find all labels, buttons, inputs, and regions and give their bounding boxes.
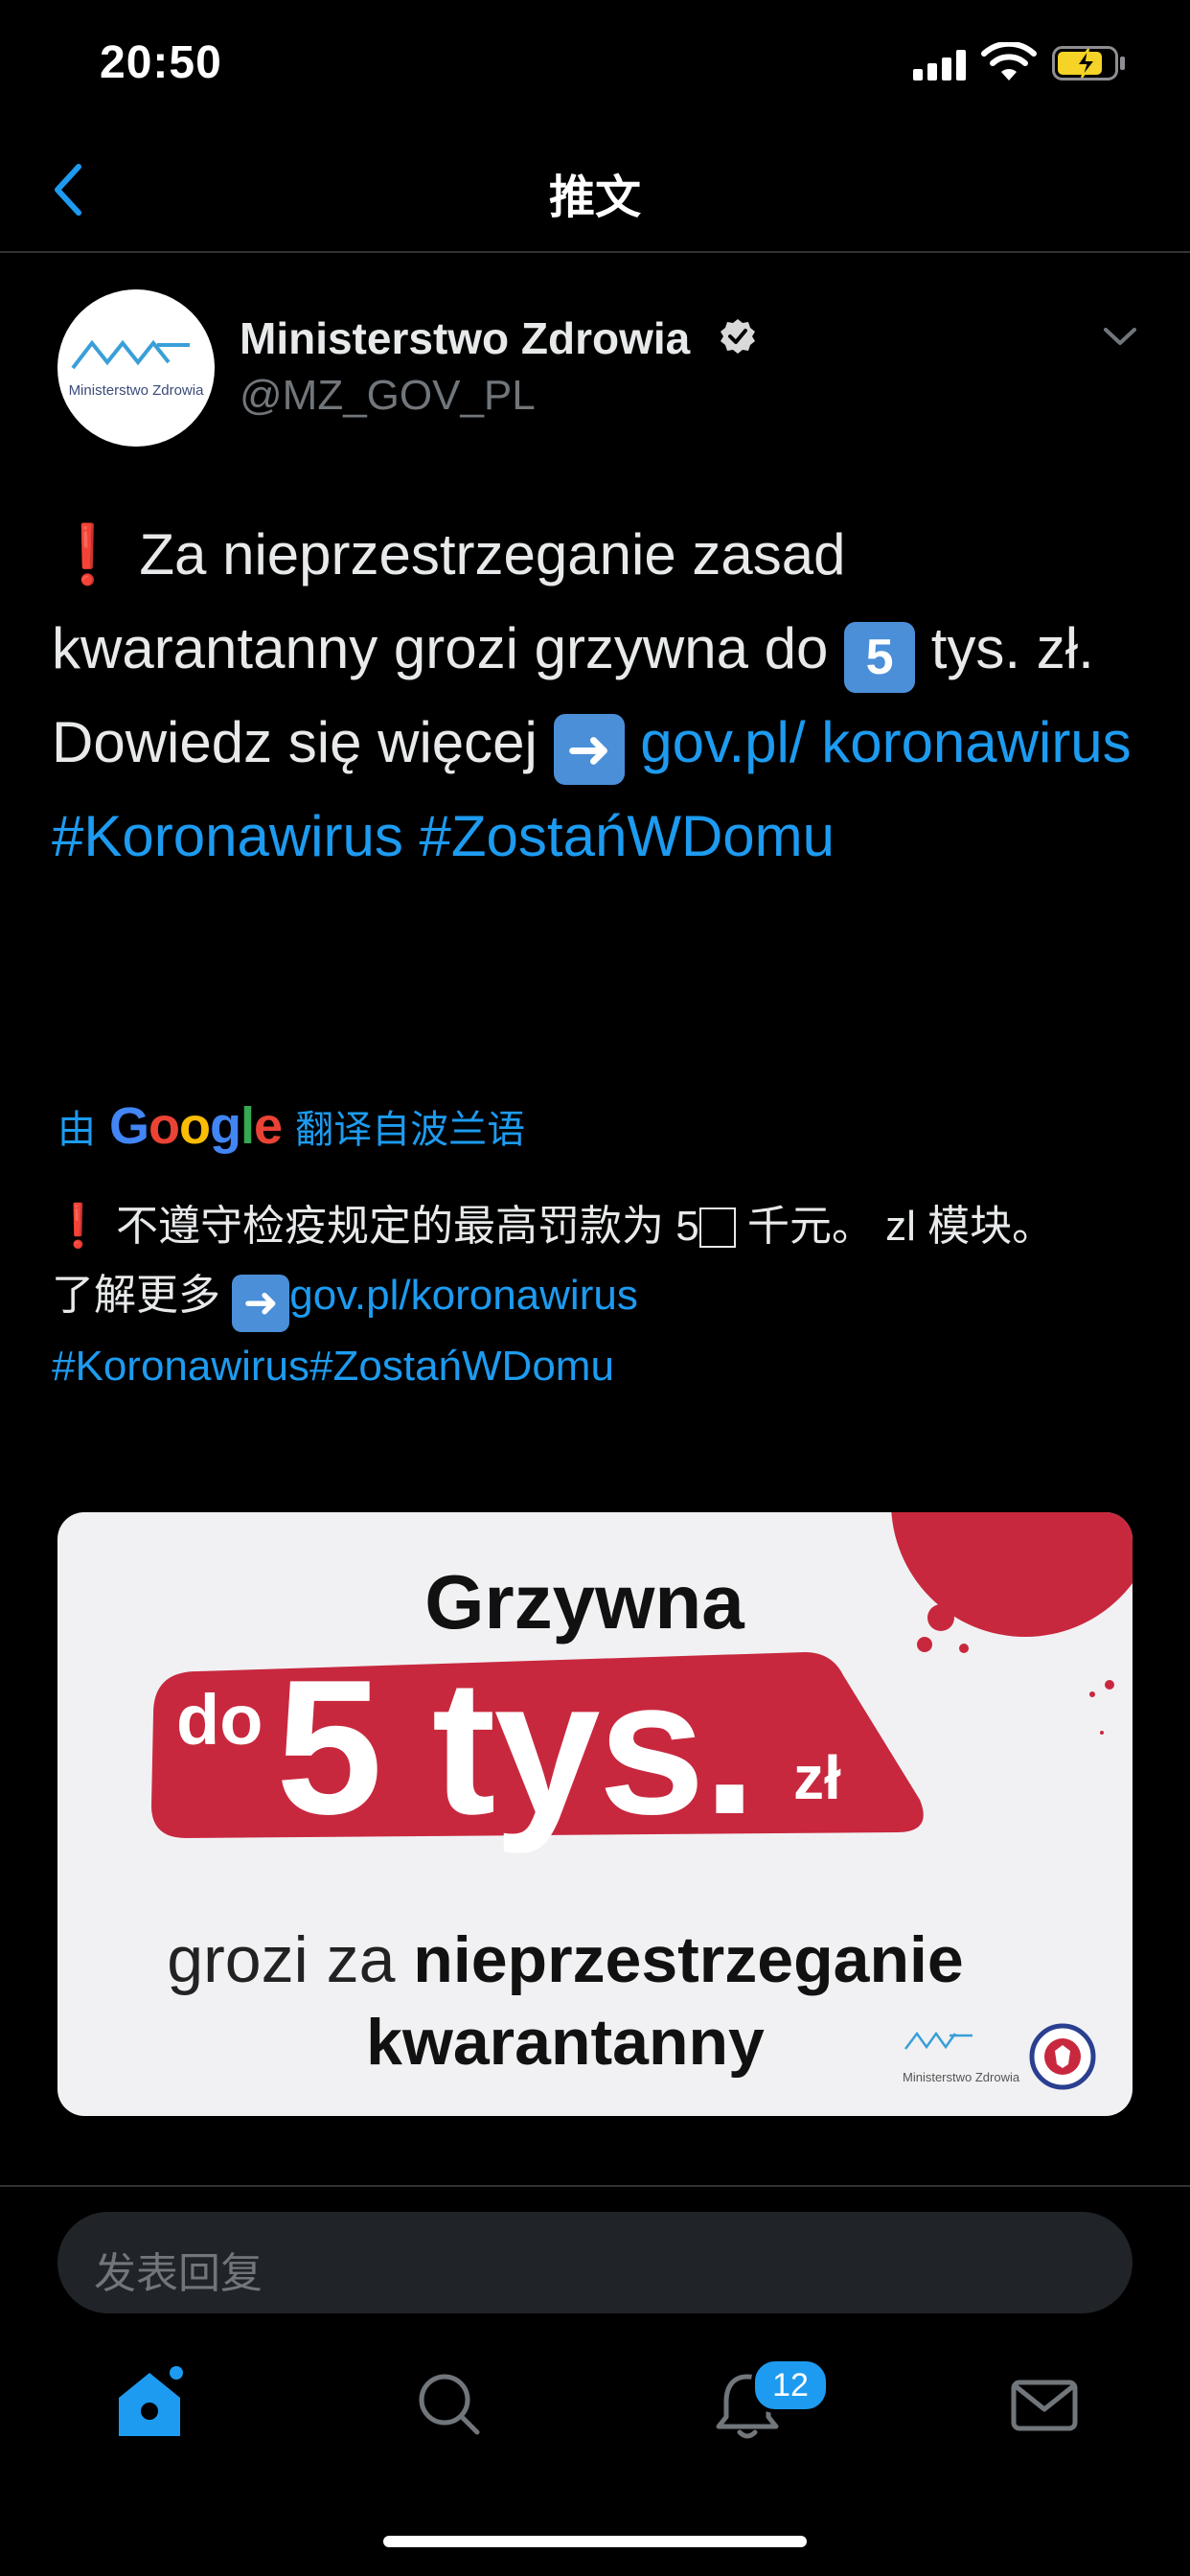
- image-logo-text: Ministerstwo Zdrowia: [903, 2070, 1020, 2084]
- exclamation-emoji: ❗: [52, 1203, 104, 1250]
- avatar-logo-text: Ministerstwo Zdrowia: [69, 382, 205, 399]
- google-wordmark: Google: [109, 1097, 283, 1155]
- image-amount-unit: zł: [793, 1743, 841, 1812]
- verified-icon: [721, 319, 755, 354]
- tweet-link[interactable]: gov.pl/ koronawirus: [640, 710, 1131, 774]
- battery-charging-icon: [1052, 46, 1125, 80]
- translation-text: ❗ 不遵守检疫规定的最高罚款为 5 千元。 zl 模块。 了解更多 ➜ gov.p…: [52, 1192, 1154, 1401]
- image-subtitle-plain: grozi za: [167, 1923, 414, 1996]
- translation-line2: 了解更多: [52, 1272, 233, 1319]
- reply-divider: [0, 2185, 1190, 2187]
- image-amount-prefix: do: [176, 1680, 263, 1760]
- translation-line1-tail: 千元。 zl 模块。: [735, 1203, 1055, 1250]
- page-title: 推文: [548, 172, 641, 223]
- chevron-down-icon[interactable]: [1100, 322, 1140, 351]
- tweet-image[interactable]: Grzywna do 5 tys. zł grozi za nieprzestr…: [57, 1512, 1133, 2116]
- mail-icon[interactable]: [1006, 2367, 1083, 2444]
- wifi-icon: [981, 42, 1037, 80]
- translated-prefix: 由: [57, 1109, 96, 1151]
- translation-line1: 不遵守检疫规定的最高罚款为 5: [103, 1203, 699, 1250]
- cellular-signal-icon: [913, 50, 967, 80]
- status-time: 20:50: [100, 37, 222, 88]
- reply-placeholder: 发表回复: [94, 2250, 263, 2297]
- right-arrow-emoji: ➜: [553, 714, 625, 785]
- search-icon[interactable]: [410, 2365, 487, 2442]
- image-subtitle-bold: nieprzestrzeganie kwarantanny: [366, 1923, 964, 2079]
- keycap-five-emoji: 5: [844, 622, 916, 693]
- nav-divider: [0, 251, 1190, 253]
- reply-input[interactable]: 发表回复: [57, 2212, 1133, 2313]
- notifications-badge: 12: [751, 2358, 830, 2413]
- author-name[interactable]: Ministerstwo Zdrowia: [240, 312, 690, 364]
- avatar[interactable]: Ministerstwo Zdrowia: [57, 289, 215, 447]
- home-indicator[interactable]: [383, 2536, 807, 2547]
- exclamation-emoji: ❗: [52, 522, 124, 586]
- translated-by[interactable]: 由 Google 翻译自波兰语: [57, 1096, 525, 1156]
- missing-glyph-box: [698, 1208, 736, 1248]
- coat-of-arms-emblem: [1029, 2023, 1096, 2090]
- tweet-line2: Dowiedz się więcej: [52, 710, 554, 774]
- tweet-line1: Za nieprzestrzeganie zasad kwarantanny g…: [52, 522, 846, 680]
- ministry-logo: Ministerstwo Zdrowia: [69, 339, 205, 399]
- image-subtitle: grozi za nieprzestrzeganie kwarantanny: [134, 1919, 996, 2083]
- image-amount: 5 tys.: [276, 1641, 756, 1854]
- author-handle[interactable]: @MZ_GOV_PL: [240, 372, 536, 420]
- tweet-hashtags[interactable]: #Koronawirus #ZostańWDomu: [52, 804, 835, 868]
- tweet-text: ❗ Za nieprzestrzeganie zasad kwarantanny…: [52, 508, 1154, 884]
- home-icon[interactable]: [111, 2365, 188, 2442]
- translation-link[interactable]: gov.pl/koronawirus: [289, 1272, 638, 1319]
- tweet-line1-tail: tys. zł.: [915, 616, 1094, 680]
- image-title: Grzywna: [424, 1559, 744, 1644]
- translation-hashtags[interactable]: #Koronawirus#ZostańWDomu: [52, 1343, 614, 1390]
- right-arrow-emoji: ➜: [232, 1275, 290, 1332]
- translated-suffix: 翻译自波兰语: [295, 1109, 526, 1151]
